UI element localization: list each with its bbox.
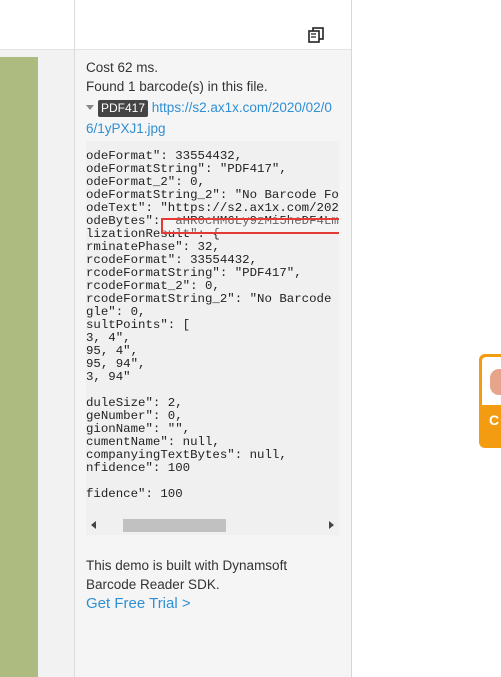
scroll-right-arrow-icon[interactable] — [329, 521, 334, 529]
json-line: fidence": 100 — [86, 487, 183, 501]
barcode-bytes-highlight — [161, 218, 339, 234]
chat-widget[interactable]: C — [479, 354, 501, 448]
footer-line-1: This demo is built with Dynamsoft — [86, 558, 288, 573]
get-free-trial-link[interactable]: Get Free Trial > — [86, 595, 191, 612]
chat-avatar-frame — [482, 357, 501, 405]
scrollbar-thumb[interactable] — [123, 519, 226, 532]
left-pane-header — [0, 0, 74, 50]
agent-avatar — [490, 369, 501, 395]
scroll-left-arrow-icon[interactable] — [91, 521, 96, 529]
copy-icon[interactable] — [307, 26, 325, 44]
json-line: nfidence": 100 — [86, 461, 191, 475]
found-count-text: Found 1 barcode(s) in this file. — [86, 79, 268, 94]
collapse-toggle-icon[interactable] — [86, 104, 94, 110]
horizontal-scrollbar[interactable] — [86, 516, 339, 535]
result-json-viewer[interactable]: odeFormat": 33554432, odeFormatString": "… — [86, 141, 339, 535]
footer-text: This demo is built with Dynamsoft Barcod… — [86, 556, 287, 594]
image-preview-strip — [0, 57, 38, 677]
footer-line-2: Barcode Reader SDK. — [86, 577, 220, 592]
chat-label: C — [489, 412, 500, 428]
pane-divider-right — [351, 0, 352, 677]
json-line: 3, 94" — [86, 370, 131, 384]
barcode-result-header: PDF417 https://s2.ax1x.com/2020/02/06/1y… — [86, 97, 341, 139]
json-text: odeFormat": 33554432, odeFormatString": "… — [86, 150, 339, 501]
format-badge: PDF417 — [98, 99, 149, 117]
cost-text: Cost 62 ms. — [86, 60, 159, 75]
